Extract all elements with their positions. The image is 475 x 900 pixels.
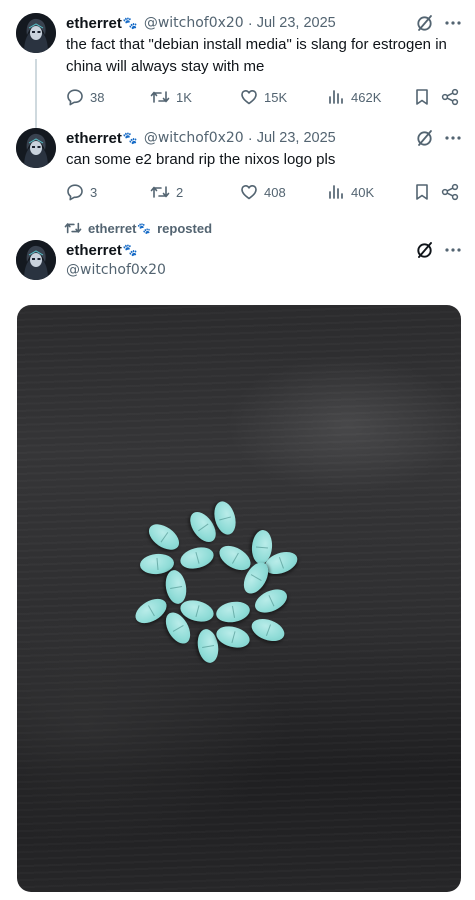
views-count: 462K [351, 89, 382, 105]
avatar[interactable] [16, 13, 56, 53]
handle[interactable]: @witchof0x20 [144, 130, 244, 146]
grok-icon[interactable] [414, 13, 436, 33]
more-icon[interactable] [442, 128, 464, 148]
display-name[interactable]: etherret [66, 15, 122, 32]
reply-count: 3 [90, 184, 98, 200]
separator: · [247, 129, 253, 147]
reposter-name[interactable]: etherret [88, 221, 136, 236]
tweet-header: etherret 🐾 @witchof0x20 · Jul 23, 2025 [66, 128, 336, 148]
separator: · [247, 14, 253, 32]
more-icon[interactable] [442, 13, 464, 33]
more-icon[interactable] [442, 240, 464, 260]
reposter-emoji: 🐾 [137, 222, 152, 235]
pill [177, 543, 217, 573]
reply-count: 38 [90, 89, 105, 105]
name-emoji: 🐾 [122, 16, 138, 30]
share-button[interactable] [441, 86, 459, 108]
repost-button[interactable]: 1K [150, 86, 192, 108]
handle[interactable]: @witchof0x20 [66, 262, 166, 278]
pill [213, 622, 253, 652]
reply-icon [67, 89, 83, 106]
like-button[interactable]: 408 [240, 181, 286, 203]
pill [214, 599, 252, 625]
repost-button[interactable]: 2 [150, 181, 183, 203]
views-icon [329, 185, 343, 199]
tweet-1[interactable]: etherret 🐾 @witchof0x20 · Jul 23, 2025 t… [0, 13, 475, 131]
tweet-text: the fact that "debian install media" is … [66, 36, 447, 75]
avatar[interactable] [16, 240, 56, 280]
heart-icon [241, 185, 257, 200]
reply-icon [67, 184, 83, 201]
repost-icon [150, 91, 170, 103]
tweet-actions: 3 2 408 40K [0, 181, 475, 203]
reply-button[interactable]: 38 [66, 86, 104, 108]
timestamp[interactable]: Jul 23, 2025 [257, 130, 336, 146]
display-name[interactable]: etherret [66, 242, 122, 259]
repost-count: 2 [176, 184, 184, 200]
tweet-text: can some e2 brand rip the nixos logo pls [66, 151, 336, 168]
timestamp[interactable]: Jul 23, 2025 [257, 15, 336, 31]
pill [163, 568, 189, 606]
bookmark-button[interactable] [414, 181, 430, 203]
heart-icon [241, 90, 257, 105]
display-name[interactable]: etherret [66, 130, 122, 147]
share-icon [441, 88, 459, 106]
pill [144, 519, 184, 555]
views-icon [329, 90, 343, 104]
bookmark-icon [416, 89, 428, 105]
views-button[interactable]: 462K [327, 86, 381, 108]
tweet-header: etherret 🐾 @witchof0x20 · Jul 23, 2025 [66, 13, 336, 33]
grok-icon[interactable] [414, 240, 436, 260]
share-button[interactable] [441, 181, 459, 203]
tweet-header: etherret 🐾 [66, 240, 144, 260]
repost-count: 1K [176, 89, 192, 105]
tweet-actions: 38 1K 15K 462K [0, 86, 475, 108]
pill [248, 614, 288, 646]
tweet-2[interactable]: etherret 🐾 @witchof0x20 · Jul 23, 2025 c… [0, 128, 475, 208]
reply-button[interactable]: 3 [66, 181, 97, 203]
like-count: 15K [264, 89, 288, 105]
handle-row: @witchof0x20 [66, 260, 166, 280]
bookmark-icon [416, 184, 428, 200]
name-emoji: 🐾 [122, 131, 138, 145]
views-button[interactable]: 40K [327, 181, 374, 203]
share-icon [441, 183, 459, 201]
bookmark-button[interactable] [414, 86, 430, 108]
reposted-label: reposted [157, 220, 213, 236]
like-button[interactable]: 15K [240, 86, 287, 108]
grok-icon[interactable] [414, 128, 436, 148]
name-emoji: 🐾 [122, 243, 138, 257]
repost-indicator[interactable]: etherret 🐾 reposted [64, 219, 212, 237]
avatar[interactable] [16, 128, 56, 168]
repost-icon [150, 186, 170, 198]
like-count: 408 [264, 184, 286, 200]
views-count: 40K [351, 184, 375, 200]
tweet-photo[interactable] [17, 305, 461, 892]
handle[interactable]: @witchof0x20 [144, 15, 244, 31]
repost-icon [64, 222, 82, 234]
